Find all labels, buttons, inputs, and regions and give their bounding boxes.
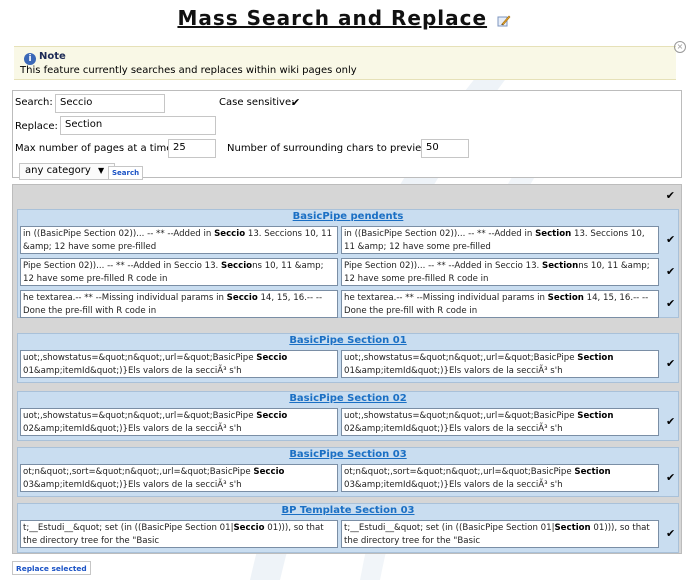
result-row: in ((BasicPipe Section 02))... -- ** --A… bbox=[18, 225, 678, 255]
note-box: i Note This feature currently searches an… bbox=[14, 41, 686, 80]
note-text: This feature currently searches and repl… bbox=[20, 65, 357, 76]
replaced-snippet: uot;,showstatus=&quot;n&quot;,url=&quot;… bbox=[341, 408, 659, 436]
row-checkbox[interactable]: ✔ bbox=[666, 265, 675, 278]
surrounding-chars-label: Number of surrounding chars to preview: bbox=[227, 143, 433, 154]
row-checkbox[interactable]: ✔ bbox=[666, 297, 675, 310]
result-group: BasicPipe Section 02 uot;,showstatus=&qu… bbox=[17, 391, 679, 441]
category-select[interactable]: any category ▼ bbox=[19, 163, 115, 180]
category-value: any category bbox=[25, 165, 91, 176]
replaced-snippet: ot;n&quot;,sort=&quot;n&quot;,url=&quot;… bbox=[341, 464, 659, 492]
note-heading: i Note bbox=[24, 51, 66, 65]
result-row: uot;,showstatus=&quot;n&quot;,url=&quot;… bbox=[18, 407, 678, 437]
case-sensitive-label: Case sensitive: bbox=[219, 97, 295, 108]
case-sensitive-checkbox[interactable]: ✔ bbox=[291, 96, 300, 109]
replaced-snippet: uot;,showstatus=&quot;n&quot;,url=&quot;… bbox=[341, 350, 659, 378]
original-snippet: uot;,showstatus=&quot;n&quot;,url=&quot;… bbox=[20, 408, 338, 436]
row-checkbox[interactable]: ✔ bbox=[666, 357, 675, 370]
search-label: Search: bbox=[15, 97, 53, 108]
result-row: t;__Estudi__&quot; set (in ((BasicPipe S… bbox=[18, 519, 678, 549]
replaced-snippet: Pipe Section 02))... -- ** --Added in Se… bbox=[341, 258, 659, 286]
replaced-snippet: t;__Estudi__&quot; set (in ((BasicPipe S… bbox=[341, 520, 659, 548]
result-row: ot;n&quot;,sort=&quot;n&quot;,url=&quot;… bbox=[18, 463, 678, 493]
chevron-down-icon: ▼ bbox=[97, 166, 105, 175]
group-title-link[interactable]: BasicPipe pendents bbox=[18, 210, 678, 225]
original-snippet: in ((BasicPipe Section 02))... -- ** --A… bbox=[20, 226, 338, 254]
group-title-link[interactable]: BasicPipe Section 02 bbox=[18, 392, 678, 407]
replace-input[interactable]: Section bbox=[60, 116, 216, 135]
original-snippet: ot;n&quot;,sort=&quot;n&quot;,url=&quot;… bbox=[20, 464, 338, 492]
close-icon[interactable]: × bbox=[674, 41, 686, 53]
row-checkbox[interactable]: ✔ bbox=[666, 527, 675, 540]
result-group: BasicPipe Section 01 uot;,showstatus=&qu… bbox=[17, 333, 679, 383]
result-group: BasicPipe pendents in ((BasicPipe Sectio… bbox=[17, 209, 679, 318]
replaced-snippet: he textarea.-- ** --Missing individual p… bbox=[341, 290, 659, 318]
row-checkbox[interactable]: ✔ bbox=[666, 471, 675, 484]
results-panel: ✔ BasicPipe pendents in ((BasicPipe Sect… bbox=[12, 184, 682, 554]
max-pages-label: Max number of pages at a time: bbox=[15, 143, 176, 154]
replaced-snippet: in ((BasicPipe Section 02))... -- ** --A… bbox=[341, 226, 659, 254]
result-group: BasicPipe Section 03 ot;n&quot;,sort=&qu… bbox=[17, 447, 679, 497]
result-row: he textarea.-- ** --Missing individual p… bbox=[18, 289, 678, 319]
search-button[interactable]: Search bbox=[108, 166, 144, 180]
replace-label: Replace: bbox=[15, 121, 58, 132]
group-title-link[interactable]: BasicPipe Section 03 bbox=[18, 448, 678, 463]
replace-selected-button[interactable]: Replace selected bbox=[12, 561, 91, 575]
select-all-checkbox[interactable]: ✔ bbox=[666, 189, 675, 202]
max-pages-input[interactable]: 25 bbox=[168, 139, 216, 158]
page-title: Mass Search and Replace bbox=[177, 6, 488, 30]
surrounding-chars-input[interactable]: 50 bbox=[421, 139, 469, 158]
original-snippet: uot;,showstatus=&quot;n&quot;,url=&quot;… bbox=[20, 350, 338, 378]
header: Mass Search and Replace bbox=[0, 6, 688, 31]
edit-icon[interactable] bbox=[497, 14, 511, 31]
search-input[interactable]: Seccio bbox=[55, 94, 165, 113]
result-row: uot;,showstatus=&quot;n&quot;,url=&quot;… bbox=[18, 349, 678, 379]
original-snippet: he textarea.-- ** --Missing individual p… bbox=[20, 290, 338, 318]
info-icon: i bbox=[24, 53, 36, 65]
original-snippet: Pipe Section 02))... -- ** --Added in Se… bbox=[20, 258, 338, 286]
group-title-link[interactable]: BasicPipe Section 01 bbox=[18, 334, 678, 349]
row-checkbox[interactable]: ✔ bbox=[666, 233, 675, 246]
search-form: Search: Seccio Case sensitive: ✔ Replace… bbox=[12, 90, 682, 180]
original-snippet: t;__Estudi__&quot; set (in ((BasicPipe S… bbox=[20, 520, 338, 548]
row-checkbox[interactable]: ✔ bbox=[666, 415, 675, 428]
result-group: BP Template Section 03 t;__Estudi__&quot… bbox=[17, 503, 679, 553]
group-title-link[interactable]: BP Template Section 03 bbox=[18, 504, 678, 519]
result-row: Pipe Section 02))... -- ** --Added in Se… bbox=[18, 257, 678, 287]
